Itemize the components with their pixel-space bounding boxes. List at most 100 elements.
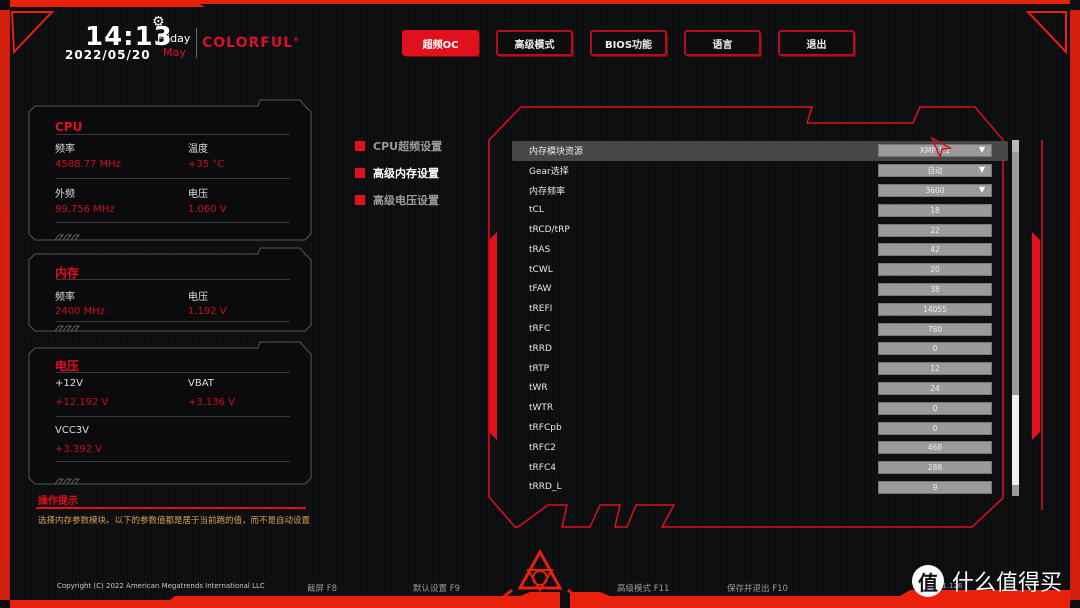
chevron-down-icon[interactable]: ▼ [979, 145, 985, 154]
cpu-freq-label: 频率 [55, 144, 75, 155]
setting-input[interactable]: 42 [878, 243, 992, 257]
header-divider [196, 28, 197, 58]
memory-panel: 内存 频率 2400 MHz 电压 1.192 V [28, 254, 312, 331]
submenu-label: CPU超频设置 [373, 139, 443, 153]
memory-settings-list: 内存模块资源 XMP 1.1 ▼ Gear选择 自动 ▼ 内存频率 3600 ▼ tCL 18 tRC… [512, 141, 1008, 497]
setting-value: 42 [930, 245, 940, 255]
setting-row[interactable]: tRFC4 288 [512, 458, 1008, 478]
setting-input[interactable]: 780 [878, 322, 992, 336]
save-exit-key[interactable]: 保存并退出 F10 [727, 582, 788, 594]
setting-row[interactable]: tFAW 38 [512, 280, 1008, 300]
setting-value: 18 [930, 205, 940, 215]
vcc3v-value: +3.392 V [55, 444, 103, 455]
setting-input[interactable]: 0 [878, 421, 992, 435]
setting-value: 0 [932, 423, 938, 433]
tab-overclock[interactable]: 超频OC [402, 30, 479, 56]
setting-input[interactable]: 14055 [878, 302, 992, 316]
setting-row[interactable]: tRTP 12 [512, 359, 1008, 379]
divider [56, 416, 290, 417]
advanced-mode-key[interactable]: 高级模式 F11 [617, 582, 669, 594]
vbat-value: +3.136 V [188, 397, 236, 408]
divider [56, 372, 290, 373]
mouse-cursor-icon [930, 136, 952, 158]
submenu-advanced-voltage[interactable]: 高级电压设置 [355, 186, 442, 213]
watermark: 值 什么值得买 [912, 565, 1062, 597]
setting-row[interactable]: tRFC 780 [512, 319, 1008, 339]
setting-value: 288 [927, 463, 943, 473]
registered-mark: ® [293, 36, 301, 44]
setting-name: tRFC4 [529, 462, 556, 473]
chevron-down-icon[interactable]: ▼ [979, 165, 985, 174]
scrollbar[interactable] [1012, 140, 1019, 496]
setting-input[interactable]: 0 [878, 342, 992, 356]
setting-value: 780 [927, 324, 943, 334]
mem-freq-value: 2400 MHz [55, 306, 106, 317]
setting-row[interactable]: tCL 18 [512, 200, 1008, 220]
setting-row[interactable]: tCWL 20 [512, 260, 1008, 280]
clock-date: 2022/05/20 [65, 48, 151, 62]
setting-name: tRRD_L [529, 482, 562, 493]
bullet-icon [355, 194, 365, 205]
bullet-icon [355, 140, 365, 151]
setting-name: 内存模块资源 [529, 147, 584, 158]
vcc3v-label: VCC3V [55, 425, 90, 436]
month: May [163, 46, 186, 59]
setting-value: 24 [930, 383, 940, 393]
setting-value: 0 [932, 344, 938, 354]
setting-input[interactable]: 468 [878, 441, 992, 455]
setting-dropdown[interactable]: 自动 ▼ [878, 164, 992, 178]
setting-name: tRCD/tRP [529, 225, 570, 236]
colorful-emblem-icon [499, 548, 581, 602]
setting-row[interactable]: tWTR 0 [512, 398, 1008, 418]
setting-name: tRTP [529, 363, 550, 374]
setting-row[interactable]: tRRD_L 9 [512, 478, 1008, 498]
divider [56, 461, 290, 462]
tip-title: 操作提示 [38, 496, 78, 507]
setting-row[interactable]: tWR 24 [512, 379, 1008, 399]
submenu-cpu-oc[interactable]: CPU超频设置 [355, 132, 442, 159]
tip-divider [36, 507, 306, 509]
vbat-label: VBAT [188, 378, 214, 389]
divider [56, 178, 290, 179]
submenu-advanced-memory[interactable]: 高级内存设置 [355, 159, 442, 186]
setting-name: tRRD [529, 343, 552, 354]
setting-row[interactable]: tRCD/tRP 22 [512, 220, 1008, 240]
setting-name: 内存频率 [529, 186, 566, 197]
screenshot-key[interactable]: 截屏 F8 [307, 582, 337, 594]
setting-row[interactable]: tRFC2 468 [512, 438, 1008, 458]
setting-name: tWTR [529, 403, 554, 414]
setting-row[interactable]: tREFI 14055 [512, 299, 1008, 319]
copyright: Copyright (C) 2022 American Megatrends I… [57, 582, 265, 590]
setting-input[interactable]: 288 [878, 461, 992, 475]
divider [56, 279, 290, 280]
bullet-icon [355, 167, 365, 178]
oc-submenu: CPU超频设置 高级内存设置 高级电压设置 [355, 132, 442, 213]
setting-input[interactable]: 18 [878, 203, 992, 217]
defaults-key[interactable]: 默认设置 F9 [413, 582, 460, 594]
tab-language[interactable]: 语言 [684, 30, 761, 56]
panel-title: CPU [55, 120, 83, 134]
tab-exit[interactable]: 退出 [778, 30, 855, 56]
watermark-badge-icon: 值 [912, 565, 944, 597]
setting-input[interactable]: 24 [878, 381, 992, 395]
setting-row[interactable]: Gear选择 自动 ▼ [512, 161, 1008, 181]
setting-input[interactable]: 9 [878, 480, 992, 494]
setting-input[interactable]: 0 [878, 401, 992, 415]
setting-input[interactable]: 20 [878, 263, 992, 277]
setting-row[interactable]: tRFCpb 0 [512, 418, 1008, 438]
setting-row[interactable]: tRRD 0 [512, 339, 1008, 359]
setting-row[interactable]: 内存频率 3600 ▼ [512, 181, 1008, 201]
setting-dropdown[interactable]: 3600 ▼ [878, 183, 992, 197]
setting-value: 14055 [923, 304, 947, 314]
setting-row[interactable]: tRAS 42 [512, 240, 1008, 260]
tab-bios-features[interactable]: BIOS功能 [590, 30, 667, 56]
setting-input[interactable]: 12 [878, 362, 992, 376]
tab-advanced-mode[interactable]: 高级模式 [496, 30, 573, 56]
submenu-label: 高级内存设置 [373, 166, 439, 180]
chevron-down-icon[interactable]: ▼ [979, 185, 985, 194]
setting-input[interactable]: 38 [878, 282, 992, 296]
cpu-panel: CPU 频率 4588.77 MHz 温度 +35 °C 外频 99.756 M… [28, 106, 312, 240]
setting-input[interactable]: 22 [878, 223, 992, 237]
setting-name: tCWL [529, 264, 553, 275]
scrollbar-thumb[interactable] [1012, 395, 1019, 485]
